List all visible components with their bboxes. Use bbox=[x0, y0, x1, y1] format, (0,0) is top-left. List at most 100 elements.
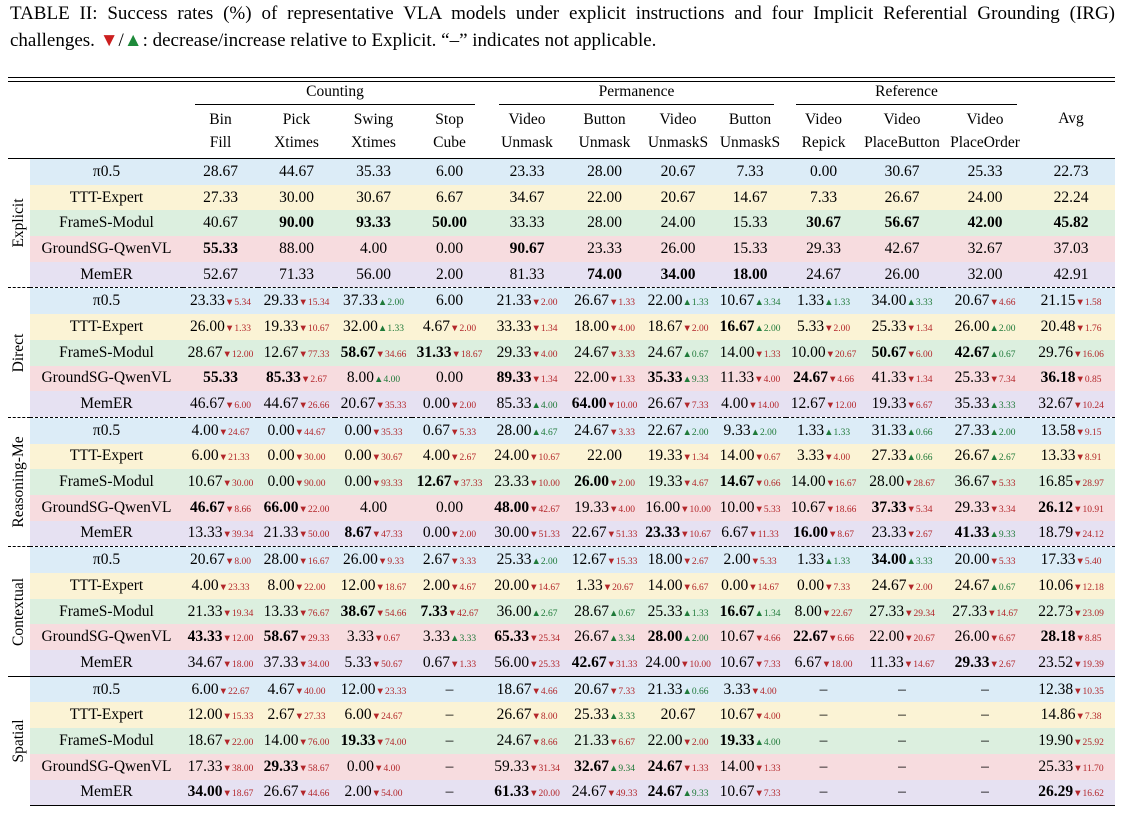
model-name-text: GroundSG-QwenVL bbox=[41, 498, 172, 516]
table-cell: 22.00▲1.33 bbox=[642, 287, 715, 315]
decrease-triangle-icon: ▼ bbox=[906, 582, 916, 593]
decrease-triangle-icon: ▼ bbox=[298, 530, 308, 541]
cell-value: 29.33 bbox=[954, 498, 990, 516]
column-header-line2: UnmaskS bbox=[719, 134, 781, 151]
cell-delta: 4.00 bbox=[833, 453, 851, 464]
model-name: FrameS-Modul bbox=[30, 210, 183, 237]
decrease-triangle-icon: ▼ bbox=[298, 298, 308, 309]
decrease-triangle-icon: ▼ bbox=[682, 401, 692, 412]
decrease-triangle-icon: ▼ bbox=[298, 659, 308, 670]
table-cell: 24.67▲0.67 bbox=[943, 573, 1028, 599]
table-cell: 55.33 bbox=[183, 365, 258, 392]
table-cell: 22.24 bbox=[1027, 184, 1116, 211]
decrease-triangle-icon: ▼ bbox=[750, 557, 760, 568]
table-cell: 14.67 bbox=[714, 184, 787, 211]
decrease-triangle-icon: ▼ bbox=[377, 557, 388, 568]
cell-value: 14.00 bbox=[647, 576, 683, 594]
column-header-line1: Video bbox=[659, 111, 697, 128]
table-cell: 0.67▼5.33 bbox=[412, 416, 488, 444]
cell-value: 2.00 bbox=[422, 576, 451, 594]
decrease-triangle-icon: ▼ bbox=[608, 298, 619, 309]
table-cell: 66.00▼22.00 bbox=[258, 494, 335, 521]
header-blank bbox=[8, 107, 30, 132]
cell-value: 34.00 bbox=[871, 292, 907, 310]
cell-delta: 4.00 bbox=[383, 763, 401, 774]
cell-delta: 7.33 bbox=[763, 659, 781, 670]
decrease-triangle-icon: ▼ bbox=[1073, 763, 1083, 774]
table-cell: 4.67▼40.00 bbox=[258, 675, 335, 703]
cell-delta: 3.33 bbox=[998, 401, 1016, 412]
model-name-text: FrameS-Modul bbox=[59, 214, 154, 232]
cell-value: 0.00 bbox=[422, 395, 451, 413]
cell-delta: 20.67 bbox=[612, 582, 634, 593]
cell-value: 32.67 bbox=[967, 239, 1003, 257]
cell-delta: 34.00 bbox=[307, 659, 330, 670]
cell-value: 10.67 bbox=[790, 498, 826, 516]
cell-value: 37.33 bbox=[871, 498, 907, 516]
cell-delta: 3.33 bbox=[618, 349, 635, 360]
decrease-triangle-icon: ▼ bbox=[371, 712, 382, 723]
table-cell: 28.67 bbox=[183, 157, 258, 185]
table-cell: 36.00▲2.67 bbox=[487, 598, 568, 625]
table-cell: 35.33▲3.33 bbox=[943, 391, 1028, 418]
cell-value: 4.67 bbox=[267, 680, 295, 698]
header-group-cell: Permanence bbox=[487, 80, 786, 107]
cell-value: 30.00 bbox=[279, 188, 314, 206]
decrease-triangle-icon: ▼ bbox=[222, 530, 232, 541]
cell-delta: 26.66 bbox=[307, 401, 330, 412]
table-cell: 13.33▼8.91 bbox=[1027, 443, 1116, 470]
decrease-triangle-icon: ▼ bbox=[298, 504, 308, 515]
cell-value: 23.33 bbox=[871, 524, 907, 542]
cell-delta: 9.15 bbox=[1084, 427, 1102, 438]
cell-value: 26.00 bbox=[660, 239, 696, 257]
table-cell: 0.00▼4.00 bbox=[335, 753, 412, 780]
decrease-triangle-icon: ▼ bbox=[825, 479, 835, 490]
cell-value: 35.33 bbox=[954, 395, 990, 413]
cell-value: 36.67 bbox=[954, 473, 990, 491]
decrease-triangle-icon: ▼ bbox=[300, 375, 311, 386]
cell-delta: 5.33 bbox=[763, 504, 781, 515]
table-cell: 20.67▼7.33 bbox=[567, 675, 643, 703]
cell-value: 24.67 bbox=[793, 369, 828, 387]
table-cell: 19.90▼25.92 bbox=[1027, 728, 1116, 754]
cell-delta: 1.34 bbox=[691, 453, 709, 464]
decrease-triangle-icon: ▼ bbox=[682, 737, 692, 748]
cell-value: 26.00 bbox=[343, 551, 378, 569]
table-cell: 0.67▼1.33 bbox=[412, 650, 488, 677]
cell-value: 90.67 bbox=[509, 239, 545, 257]
cell-delta: 4.00 bbox=[618, 323, 635, 334]
table-row: FrameS-Modul 21.33▼19.34 13.33▼76.67 38.67▼… bbox=[8, 598, 1116, 625]
column-header-line2: Repick bbox=[801, 134, 846, 151]
cell-value: 33.33 bbox=[509, 214, 545, 232]
column-header-line1: Button bbox=[728, 111, 772, 128]
decrease-triangle-icon: ▼ bbox=[531, 323, 541, 334]
table-cell: 24.67▼8.66 bbox=[487, 728, 568, 754]
cell-delta: 7.33 bbox=[691, 401, 709, 412]
cell-value: 32.00 bbox=[343, 317, 378, 335]
header-blank bbox=[8, 80, 30, 107]
cell-value: 0.00 bbox=[435, 239, 464, 257]
cell-delta: 58.67 bbox=[307, 763, 330, 774]
table-cell: 20.67▼8.00 bbox=[183, 546, 258, 573]
cell-value: 24.67 bbox=[806, 265, 841, 283]
cell-delta: 47.33 bbox=[381, 530, 403, 541]
cell-value: 12.00 bbox=[340, 576, 376, 594]
decrease-triangle-icon: ▼ bbox=[298, 763, 308, 774]
cell-value: 6.67 bbox=[721, 524, 749, 542]
cell-delta: 10.24 bbox=[1082, 401, 1104, 412]
cell-value: 71.33 bbox=[279, 265, 314, 283]
cell-delta: 25.33 bbox=[538, 659, 560, 670]
table-cell: 24.67▼49.33 bbox=[567, 779, 643, 807]
table-row: GroundSG-QwenVL 43.33▼12.00 58.67▼29.33 3.3… bbox=[8, 624, 1116, 651]
cell-delta: 8.91 bbox=[1084, 453, 1102, 464]
decrease-triangle-icon: ▼ bbox=[989, 659, 999, 670]
section-label-cell: Explicit bbox=[8, 157, 30, 288]
table-cell: 25.33▲2.00 bbox=[487, 546, 568, 573]
increase-triangle-icon: ▲ bbox=[906, 298, 916, 309]
table-cell: 0.00 bbox=[412, 494, 488, 521]
cell-value: 6.00 bbox=[435, 292, 464, 310]
cell-value: 25.33 bbox=[1038, 757, 1074, 775]
cell-value: – bbox=[819, 757, 828, 775]
model-name-text: FrameS-Modul bbox=[59, 602, 154, 620]
decrease-triangle-icon: ▼ bbox=[222, 608, 232, 619]
